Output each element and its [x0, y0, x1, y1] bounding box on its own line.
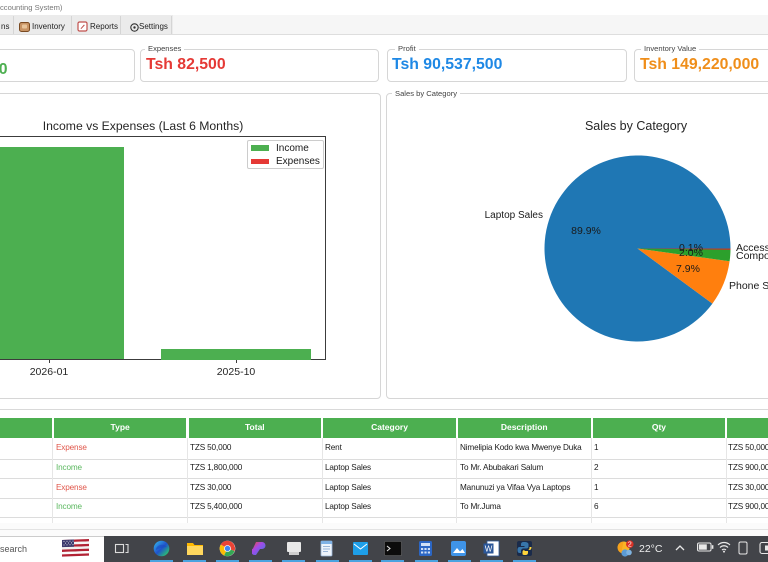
svg-text:W: W	[485, 545, 493, 554]
svg-text:2: 2	[628, 542, 632, 549]
